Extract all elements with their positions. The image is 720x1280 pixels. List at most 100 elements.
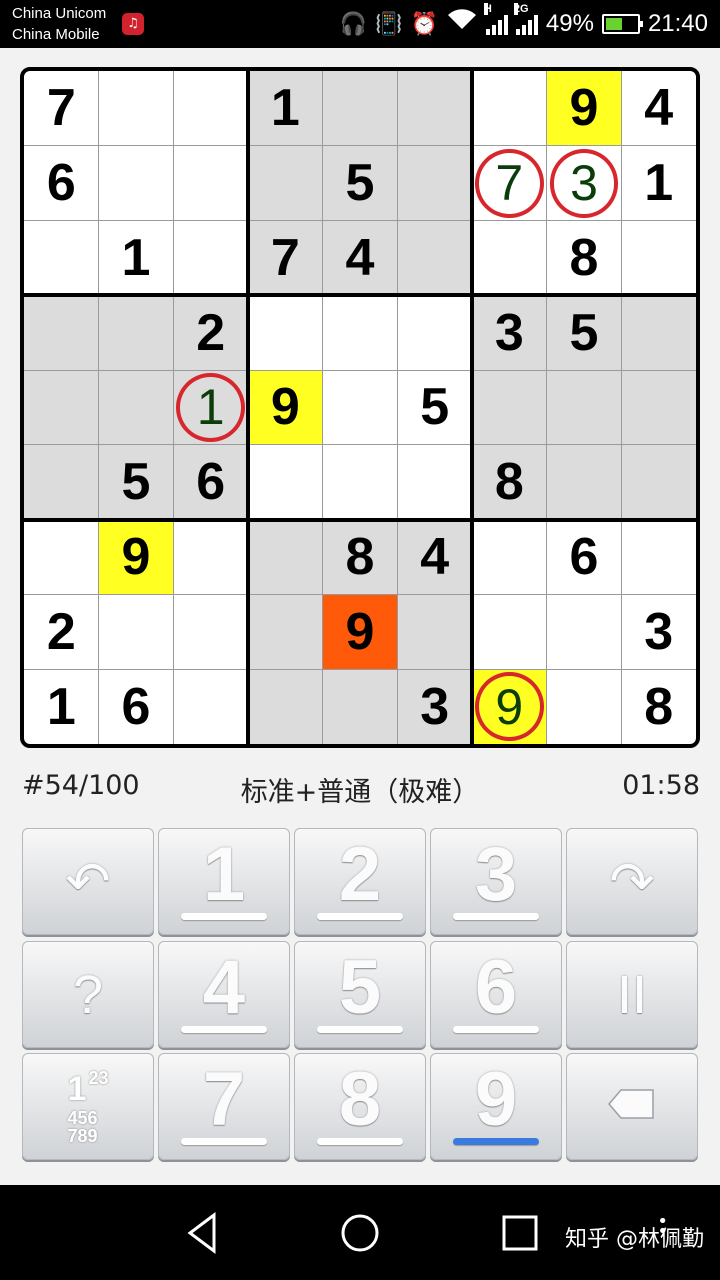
digit-2-button[interactable]: 2 [294,828,426,935]
sudoku-cell[interactable] [621,444,696,520]
digit-7-button[interactable]: 7 [158,1053,290,1160]
sudoku-cell[interactable]: 9 [546,71,622,146]
sudoku-cell[interactable]: 6 [24,146,99,221]
sudoku-cell[interactable]: 5 [397,370,472,445]
sudoku-cell[interactable] [173,594,248,669]
redo-button[interactable]: ↷ [566,828,698,935]
sudoku-cell[interactable] [248,445,323,520]
sudoku-cell[interactable] [397,295,472,370]
sudoku-cell[interactable] [472,594,547,669]
sudoku-cell[interactable]: 8 [621,669,696,744]
sudoku-cell[interactable] [322,669,398,744]
sudoku-cell[interactable]: 3 [397,669,472,744]
sudoku-cell[interactable] [322,71,398,146]
sudoku-cell[interactable] [24,221,99,296]
recent-apps-icon[interactable] [496,1209,544,1257]
sudoku-cell[interactable]: 9 [322,594,398,670]
sudoku-cell[interactable]: 8 [322,519,398,595]
sudoku-cell[interactable]: 1 [24,669,99,744]
sudoku-cell[interactable]: 5 [546,295,622,371]
sudoku-cell[interactable]: 1 [621,146,696,221]
sudoku-cell[interactable]: 3 [621,594,696,669]
sudoku-cell[interactable]: 1 [99,221,174,296]
digit-6-button[interactable]: 6 [430,941,562,1048]
sudoku-cell[interactable] [248,594,323,670]
sudoku-cell[interactable]: 5 [98,444,174,520]
sudoku-cell[interactable] [621,520,696,595]
sudoku-cell[interactable] [24,444,99,520]
sudoku-cell[interactable]: 2 [173,295,248,371]
digit-8-button[interactable]: 8 [294,1053,426,1160]
sudoku-cell[interactable] [547,669,622,744]
sudoku-cell[interactable]: 7 [24,71,99,146]
sudoku-cell[interactable]: 3 [547,146,622,221]
sudoku-cell[interactable] [621,370,696,445]
sudoku-cell[interactable] [323,295,398,370]
back-icon[interactable] [180,1209,228,1257]
sudoku-cell[interactable]: 6 [99,669,174,744]
sudoku-cell[interactable] [397,145,472,221]
sudoku-cell[interactable]: 1 [173,370,248,445]
sudoku-cell[interactable]: 4 [397,519,472,595]
undo-button[interactable]: ↶ [22,828,154,935]
sudoku-cell[interactable] [248,295,323,370]
sudoku-cell[interactable]: 8 [547,221,622,296]
digit-5-button[interactable]: 5 [294,941,426,1048]
sudoku-cell[interactable] [173,669,248,744]
sudoku-cell[interactable]: 7 [248,220,323,296]
sudoku-cell[interactable] [98,370,174,445]
sudoku-cell[interactable] [173,221,248,296]
sudoku-cell[interactable]: 9 [98,519,174,595]
sudoku-cell[interactable] [248,145,323,221]
sudoku-cell[interactable]: 8 [472,444,547,520]
sudoku-cell[interactable] [24,295,99,371]
sudoku-cell[interactable] [397,445,472,520]
sudoku-cell[interactable] [173,71,248,146]
sudoku-cell[interactable] [397,220,472,296]
sudoku-cell[interactable] [397,71,472,146]
sudoku-cell[interactable] [99,146,174,221]
sudoku-cell[interactable]: 7 [472,146,547,221]
sudoku-cell[interactable] [99,594,174,669]
sudoku-cell[interactable] [472,520,547,595]
sudoku-cell[interactable] [173,146,248,221]
sudoku-cell[interactable] [24,370,99,445]
sudoku-cell[interactable]: 1 [248,71,323,146]
digit-4-button[interactable]: 4 [158,941,290,1048]
sudoku-cell[interactable]: 6 [547,520,622,595]
sudoku-cell[interactable] [472,221,547,296]
sudoku-cell[interactable] [24,520,99,595]
sudoku-cell[interactable] [472,370,547,445]
sudoku-cell[interactable] [323,370,398,445]
sudoku-cell[interactable] [173,520,248,595]
pause-button[interactable]: II [566,941,698,1048]
sudoku-cell[interactable]: 4 [621,71,696,146]
sudoku-cell[interactable] [472,71,547,146]
digit-1-button[interactable]: 1 [158,828,290,935]
sudoku-cell[interactable] [621,295,696,371]
sudoku-cell[interactable] [546,370,622,445]
signal-icon: H [483,3,508,35]
sudoku-cell[interactable]: 9 [472,669,547,744]
sudoku-cell[interactable]: 9 [248,370,323,445]
delete-button[interactable] [566,1053,698,1160]
sudoku-cell[interactable] [547,594,622,669]
sudoku-cell[interactable] [546,444,622,520]
sudoku-cell[interactable] [248,519,323,595]
sudoku-cell[interactable] [397,594,472,670]
sudoku-cell[interactable]: 2 [24,594,99,669]
hint-button[interactable]: ? [22,941,154,1048]
sudoku-cell[interactable] [99,71,174,146]
digit-3-button[interactable]: 3 [430,828,562,935]
home-icon[interactable] [336,1209,384,1257]
sudoku-cell[interactable]: 3 [472,295,547,371]
sudoku-cell[interactable] [323,445,398,520]
sudoku-cell[interactable] [248,669,323,744]
sudoku-cell[interactable]: 5 [322,145,398,221]
sudoku-cell[interactable] [98,295,174,371]
sudoku-cell[interactable] [621,221,696,296]
digit-9-button[interactable]: 9 [430,1053,562,1160]
sudoku-cell[interactable]: 4 [322,220,398,296]
sudoku-cell[interactable]: 6 [173,444,248,520]
candidate-mode-button[interactable]: 1 23 456 789 [22,1053,154,1160]
